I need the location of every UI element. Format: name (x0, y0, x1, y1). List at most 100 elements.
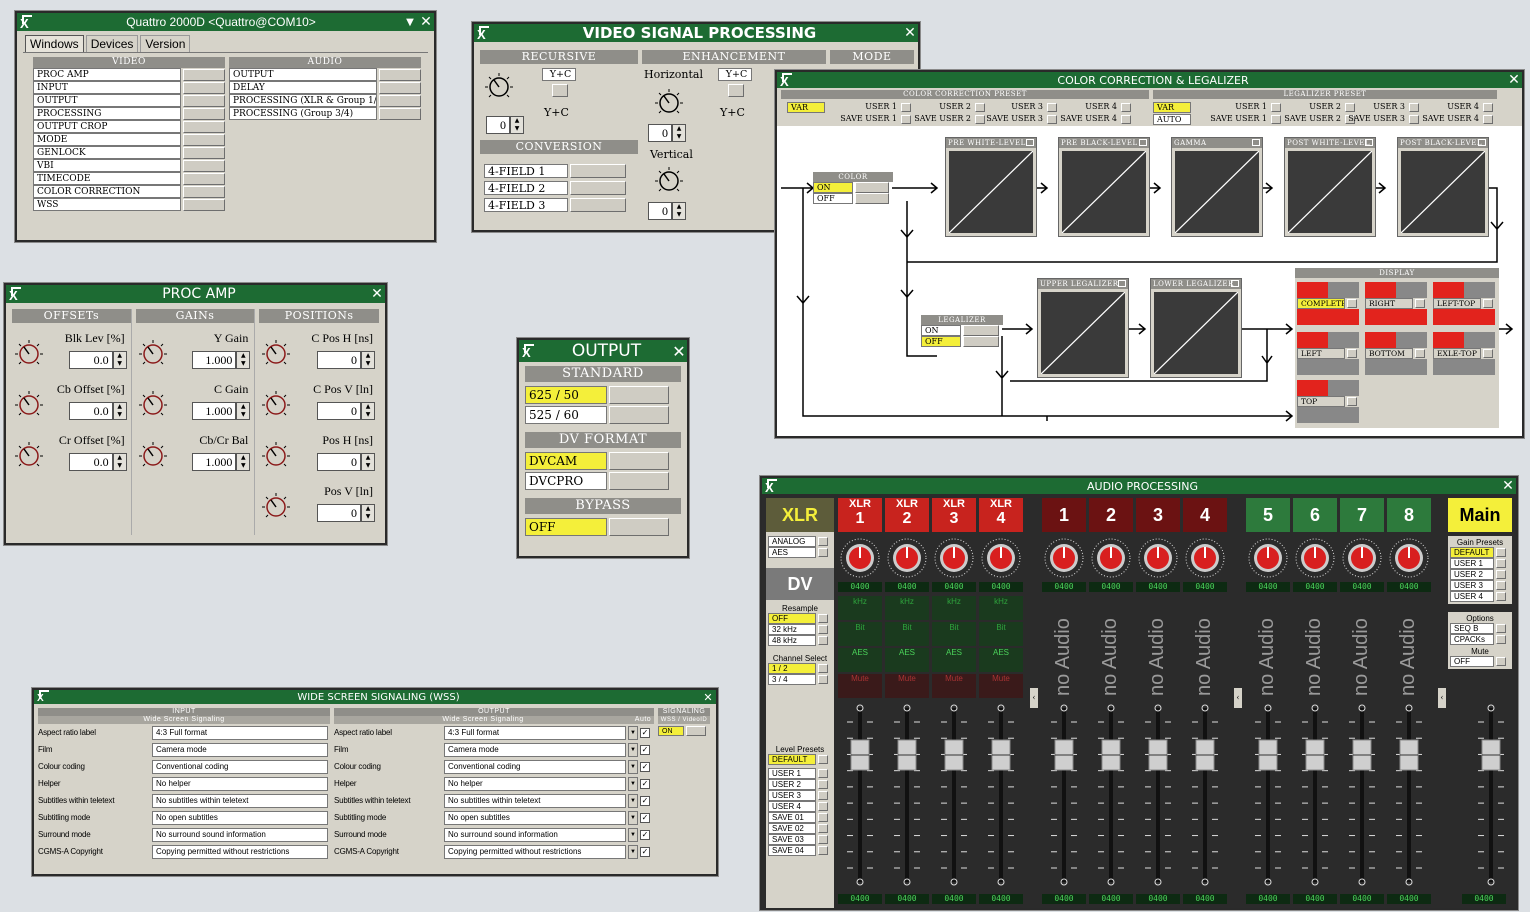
aes-option[interactable]: AES (768, 547, 816, 558)
video-item-button[interactable] (183, 159, 225, 172)
cc-on-button[interactable] (855, 182, 889, 193)
level-preset-label[interactable]: USER 2 (768, 779, 816, 790)
user-preset-button[interactable] (1047, 103, 1057, 112)
recursive-value[interactable]: 0 (486, 116, 510, 134)
audio-item-button[interactable] (379, 81, 421, 94)
level-preset-label[interactable]: SAVE 03 (768, 834, 816, 845)
level-preset-label[interactable]: USER 3 (768, 790, 816, 801)
param-value[interactable]: 1.000 (192, 453, 237, 471)
maximize-icon[interactable] (1118, 280, 1126, 287)
analog-option[interactable]: ANALOG (768, 536, 816, 547)
leg-on-button[interactable] (963, 325, 999, 336)
procamp-titlebar[interactable]: X PROC AMP ✕ (6, 285, 385, 303)
mute-status[interactable]: Mute (885, 674, 929, 698)
channel-fader[interactable] (1137, 702, 1179, 888)
dvcam-button[interactable] (609, 452, 669, 470)
gain-knob[interactable] (1387, 536, 1431, 580)
cc-var[interactable]: VAR (787, 102, 825, 113)
video-item-button[interactable] (183, 120, 225, 133)
save-preset-button[interactable] (1483, 115, 1493, 124)
cc-on[interactable]: ON (813, 182, 853, 193)
channel-fader[interactable] (839, 702, 881, 888)
param-value[interactable]: 0 (317, 504, 362, 522)
vsp-titlebar[interactable]: X VIDEO SIGNAL PROCESSING ✕ (474, 24, 918, 42)
display-option[interactable]: BOTTOM (1365, 332, 1427, 378)
display-option[interactable]: EXLE-TOP (1433, 332, 1495, 378)
auto-checkbox[interactable]: ✓ (640, 727, 650, 738)
user-preset-button[interactable] (1483, 103, 1493, 112)
level-preset-label[interactable]: USER 1 (768, 768, 816, 779)
channel-fader[interactable] (1470, 702, 1512, 888)
param-spinner[interactable]: 0 ▲ ▼ (317, 453, 376, 471)
param-knob[interactable] (261, 339, 291, 369)
param-value[interactable]: 0.0 (68, 402, 113, 420)
mute-check[interactable] (1496, 657, 1506, 666)
user-preset-button[interactable] (901, 103, 911, 112)
gain-knob[interactable] (1246, 536, 1290, 580)
level-preset-button[interactable] (818, 802, 828, 811)
curve-block[interactable]: POST WHITE-LEVEL (1284, 137, 1376, 237)
standard-525[interactable]: 525 / 60 (525, 406, 607, 424)
display-option[interactable]: TOP (1297, 380, 1359, 426)
channel-fader[interactable] (1294, 702, 1336, 888)
dropdown-arrow-icon[interactable]: ▼ (628, 844, 638, 859)
param-spinner[interactable]: 0 ▲ ▼ (317, 351, 376, 369)
param-spinner[interactable]: 1.000 ▲ ▼ (192, 402, 251, 420)
level-preset-button[interactable] (818, 780, 828, 789)
close-icon[interactable]: ✕ (902, 25, 918, 41)
close-icon[interactable]: ✕ (671, 342, 687, 361)
seqb-check[interactable] (1496, 624, 1506, 633)
wss-row-dropdown[interactable]: 4:3 Full format (444, 725, 626, 740)
channel-fader[interactable] (1043, 702, 1085, 888)
lower-legalizer-block[interactable]: LOWER LEGALIZER (1150, 278, 1242, 378)
field-button[interactable] (570, 198, 626, 212)
dropdown-arrow-icon[interactable]: ▼ (628, 810, 638, 825)
dropdown-arrow-icon[interactable]: ▼ (628, 725, 638, 740)
standard-625-button[interactable] (609, 386, 669, 404)
wss-titlebar[interactable]: X WIDE SCREEN SIGNALING (WSS) ✕ (34, 690, 716, 704)
resample-48[interactable]: 48 kHz (768, 635, 816, 646)
resample-off[interactable]: OFF (768, 613, 816, 624)
gain-preset-button[interactable] (1496, 570, 1506, 579)
gain-preset-label[interactable]: USER 1 (1450, 558, 1494, 569)
level-preset-label[interactable]: SAVE 01 (768, 812, 816, 823)
curve-block[interactable]: PRE WHITE-LEVEL (945, 137, 1037, 237)
close-icon[interactable]: ✕ (1500, 478, 1516, 494)
resample-48-check[interactable] (818, 636, 828, 645)
param-knob[interactable] (138, 339, 168, 369)
param-knob[interactable] (138, 390, 168, 420)
gain-knob[interactable] (979, 536, 1023, 580)
mute-off[interactable]: OFF (1450, 656, 1494, 667)
cc-titlebar[interactable]: X COLOR CORRECTION & LEGALIZER ✕ (777, 72, 1522, 88)
param-value[interactable]: 0 (317, 351, 362, 369)
save-preset-button[interactable] (901, 115, 911, 124)
param-knob[interactable] (14, 339, 44, 369)
bypass-off[interactable]: OFF (525, 518, 607, 536)
analog-check[interactable] (818, 537, 828, 546)
upper-legalizer-block[interactable]: UPPER LEGALIZER (1037, 278, 1129, 378)
vertical-value[interactable]: 0 (648, 202, 672, 220)
auto-checkbox[interactable]: ✓ (640, 778, 650, 789)
param-knob[interactable] (14, 441, 44, 471)
leg-auto[interactable]: AUTO (1153, 114, 1191, 125)
mute-status[interactable]: Mute (838, 674, 882, 698)
mute-status[interactable]: Mute (979, 674, 1023, 698)
tab-devices[interactable]: Devices (85, 35, 139, 52)
seqb-option[interactable]: SEQ B (1450, 623, 1494, 634)
leg-off-button[interactable] (963, 336, 999, 347)
resample-off-check[interactable] (818, 614, 828, 623)
wss-on-button[interactable] (686, 726, 706, 736)
video-item-button[interactable] (183, 198, 225, 211)
level-preset-button[interactable] (818, 824, 828, 833)
wss-row-dropdown[interactable]: Conventional coding (444, 759, 626, 774)
cc-off-button[interactable] (855, 193, 889, 204)
auto-checkbox[interactable]: ✓ (640, 744, 650, 755)
param-spinner[interactable]: 0 ▲ ▼ (317, 504, 376, 522)
vertical-knob[interactable] (654, 166, 684, 196)
param-spinner[interactable]: 0.0 ▲ ▼ (68, 453, 127, 471)
level-preset-label[interactable]: SAVE 02 (768, 823, 816, 834)
dropdown-arrow-icon[interactable]: ▼ (628, 742, 638, 757)
audio-item-button[interactable] (379, 94, 421, 107)
param-value[interactable]: 1.000 (192, 402, 237, 420)
output-titlebar[interactable]: X OUTPUT ✕ (519, 340, 687, 362)
